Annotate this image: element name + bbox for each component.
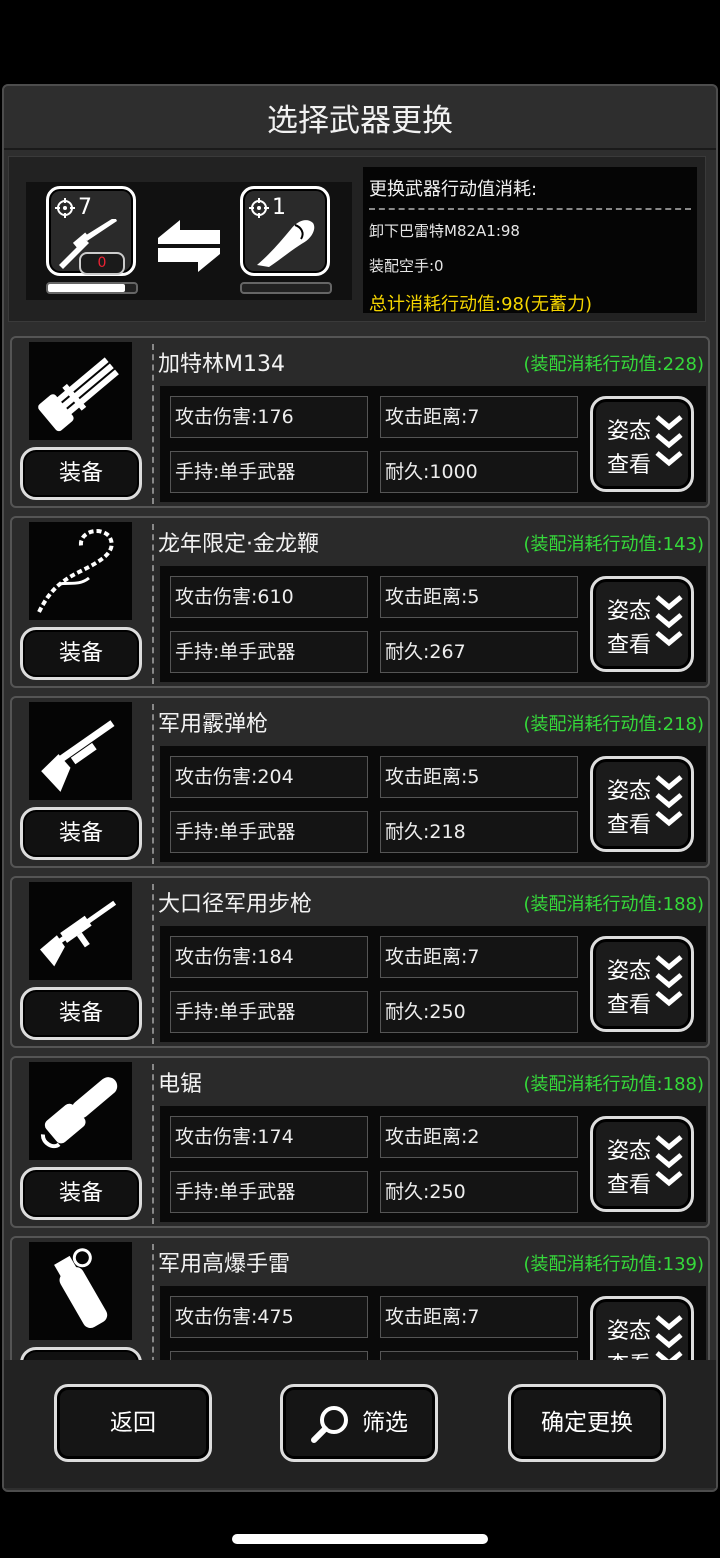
stat-attack: 攻击伤害:174 — [170, 1116, 368, 1158]
equip-button[interactable]: 装备 — [20, 447, 142, 500]
weapon-stats: 攻击伤害:174 攻击距离:2 手持:单手武器 耐久:250 姿态 查看 — [160, 1106, 706, 1222]
weapon-cost: (装配消耗行动值:139) — [523, 1254, 704, 1275]
chevron-down-icon — [655, 415, 683, 467]
stat-hold — [170, 1351, 368, 1360]
stat-attack: 攻击伤害:184 — [170, 936, 368, 978]
equip-button[interactable]: 装备 — [20, 987, 142, 1040]
weapon-cost: (装配消耗行动值:143) — [523, 534, 704, 555]
whip-icon — [37, 529, 114, 613]
weapon-card: 装备 大口径军用步枪 (装配消耗行动值:188) 攻击伤害:184 攻击距离:7… — [10, 876, 710, 1048]
stat-range: 攻击距离:5 — [380, 576, 578, 618]
weapon-card: 装备 加特林M134 (装配消耗行动值:228) 攻击伤害:176 攻击距离:7… — [10, 336, 710, 508]
weapon-name: 军用霰弹枪 — [158, 712, 269, 737]
stat-range: 攻击距离:7 — [380, 936, 578, 978]
total-cost: 总计消耗行动值:98(无蓄力) — [369, 294, 593, 315]
weapon-stats: 攻击伤害:176 攻击距离:7 手持:单手武器 耐久:1000 姿态 查看 — [160, 386, 706, 502]
gatling-icon — [38, 357, 119, 432]
weapon-stats: 攻击伤害:475 攻击距离:7 姿态 查看 — [160, 1286, 706, 1360]
ammo-count: 0 — [79, 252, 125, 275]
stat-range: 攻击距离:7 — [380, 396, 578, 438]
chevron-down-icon — [655, 955, 683, 1007]
grenade-icon — [54, 1248, 108, 1328]
stance-view-button[interactable]: 姿态 查看 — [590, 756, 694, 852]
fist-icon — [257, 220, 315, 267]
stat-durability: 耐久:250 — [380, 991, 578, 1033]
rifle-icon — [40, 900, 117, 967]
stat-hold: 手持:单手武器 — [170, 811, 368, 853]
swap-cost-info: 更换武器行动值消耗: 卸下巴雷特M82A1:98 装配空手:0 总计消耗行动值:… — [363, 167, 697, 315]
stat-range: 攻击距离:2 — [380, 1116, 578, 1158]
equip-button[interactable]: 装备 — [20, 1347, 142, 1360]
stat-durability: 耐久:218 — [380, 811, 578, 853]
equip-button[interactable]: 装备 — [20, 807, 142, 860]
weapon-name: 电锯 — [158, 1072, 203, 1097]
back-button[interactable]: 返回 — [54, 1384, 212, 1462]
chainsaw-icon — [40, 1077, 118, 1149]
weapon-stats: 攻击伤害:610 攻击距离:5 手持:单手武器 耐久:267 姿态 查看 — [160, 566, 706, 682]
chevron-down-icon — [655, 595, 683, 647]
weapon-cost: (装配消耗行动值:228) — [523, 354, 704, 375]
swap-arrows-icon — [158, 220, 220, 272]
chevron-down-icon — [655, 1135, 683, 1187]
weapon-card: 装备 电锯 (装配消耗行动值:188) 攻击伤害:174 攻击距离:2 手持:单… — [10, 1056, 710, 1228]
current-durability-bar — [46, 282, 138, 294]
title-divider — [4, 148, 716, 150]
swap-slots: 7 0 1 — [26, 182, 352, 300]
stat-hold: 手持:单手武器 — [170, 991, 368, 1033]
confirm-swap-button[interactable]: 确定更换 — [508, 1384, 666, 1462]
stat-hold: 手持:单手武器 — [170, 451, 368, 493]
stat-attack: 攻击伤害:176 — [170, 396, 368, 438]
weapon-stats: 攻击伤害:184 攻击距离:7 手持:单手武器 耐久:250 姿态 查看 — [160, 926, 706, 1042]
stat-range: 攻击距离:7 — [380, 1296, 578, 1338]
shotgun-icon — [41, 720, 115, 792]
crosshair-icon — [55, 197, 75, 218]
search-icon — [311, 1405, 348, 1443]
weapon-stats: 攻击伤害:204 攻击距离:5 手持:单手武器 耐久:218 姿态 查看 — [160, 746, 706, 862]
stat-range: 攻击距离:5 — [380, 756, 578, 798]
weapon-card: 装备 龙年限定·金龙鞭 (装配消耗行动值:143) 攻击伤害:610 攻击距离:… — [10, 516, 710, 688]
weapon-name: 军用高爆手雷 — [158, 1252, 291, 1277]
stat-hold: 手持:单手武器 — [170, 1171, 368, 1213]
weapon-name: 大口径军用步枪 — [158, 892, 313, 917]
chevron-down-icon — [655, 1315, 683, 1360]
weapon-list[interactable]: 装备 加特林M134 (装配消耗行动值:228) 攻击伤害:176 攻击距离:7… — [8, 334, 712, 1360]
stat-attack: 攻击伤害:204 — [170, 756, 368, 798]
stance-view-button[interactable]: 姿态 查看 — [590, 396, 694, 492]
weapon-card: 装备 军用高爆手雷 (装配消耗行动值:139) 攻击伤害:475 攻击距离:7 … — [10, 1236, 710, 1360]
chevron-down-icon — [655, 775, 683, 827]
stat-durability — [380, 1351, 578, 1360]
stance-view-button[interactable]: 姿态 查看 — [590, 1296, 694, 1360]
stat-durability: 耐久:267 — [380, 631, 578, 673]
new-durability-bar — [240, 282, 332, 294]
current-weapon-count: 7 — [54, 195, 92, 220]
current-weapon-slot[interactable]: 7 0 — [46, 186, 136, 276]
weapon-card: 装备 军用霰弹枪 (装配消耗行动值:218) 攻击伤害:204 攻击距离:5 手… — [10, 696, 710, 868]
home-indicator[interactable] — [232, 1534, 488, 1544]
weapon-cost: (装配消耗行动值:188) — [523, 894, 704, 915]
weapon-name: 龙年限定·金龙鞭 — [158, 532, 319, 557]
equip-button[interactable]: 装备 — [20, 627, 142, 680]
stat-attack: 攻击伤害:475 — [170, 1296, 368, 1338]
stat-hold: 手持:单手武器 — [170, 631, 368, 673]
weapon-name: 加特林M134 — [158, 352, 285, 377]
stat-durability: 耐久:250 — [380, 1171, 578, 1213]
stat-durability: 耐久:1000 — [380, 451, 578, 493]
equip-button[interactable]: 装备 — [20, 1167, 142, 1220]
stance-view-button[interactable]: 姿态 查看 — [590, 1116, 694, 1212]
weapon-cost: (装配消耗行动值:188) — [523, 1074, 704, 1095]
stat-attack: 攻击伤害:610 — [170, 576, 368, 618]
weapon-cost: (装配消耗行动值:218) — [523, 714, 704, 735]
page-title: 选择武器更换 — [267, 103, 453, 139]
new-weapon-slot[interactable]: 1 — [240, 186, 330, 276]
stance-view-button[interactable]: 姿态 查看 — [590, 936, 694, 1032]
stance-view-button[interactable]: 姿态 查看 — [590, 576, 694, 672]
filter-button[interactable]: 筛选 — [280, 1384, 438, 1462]
